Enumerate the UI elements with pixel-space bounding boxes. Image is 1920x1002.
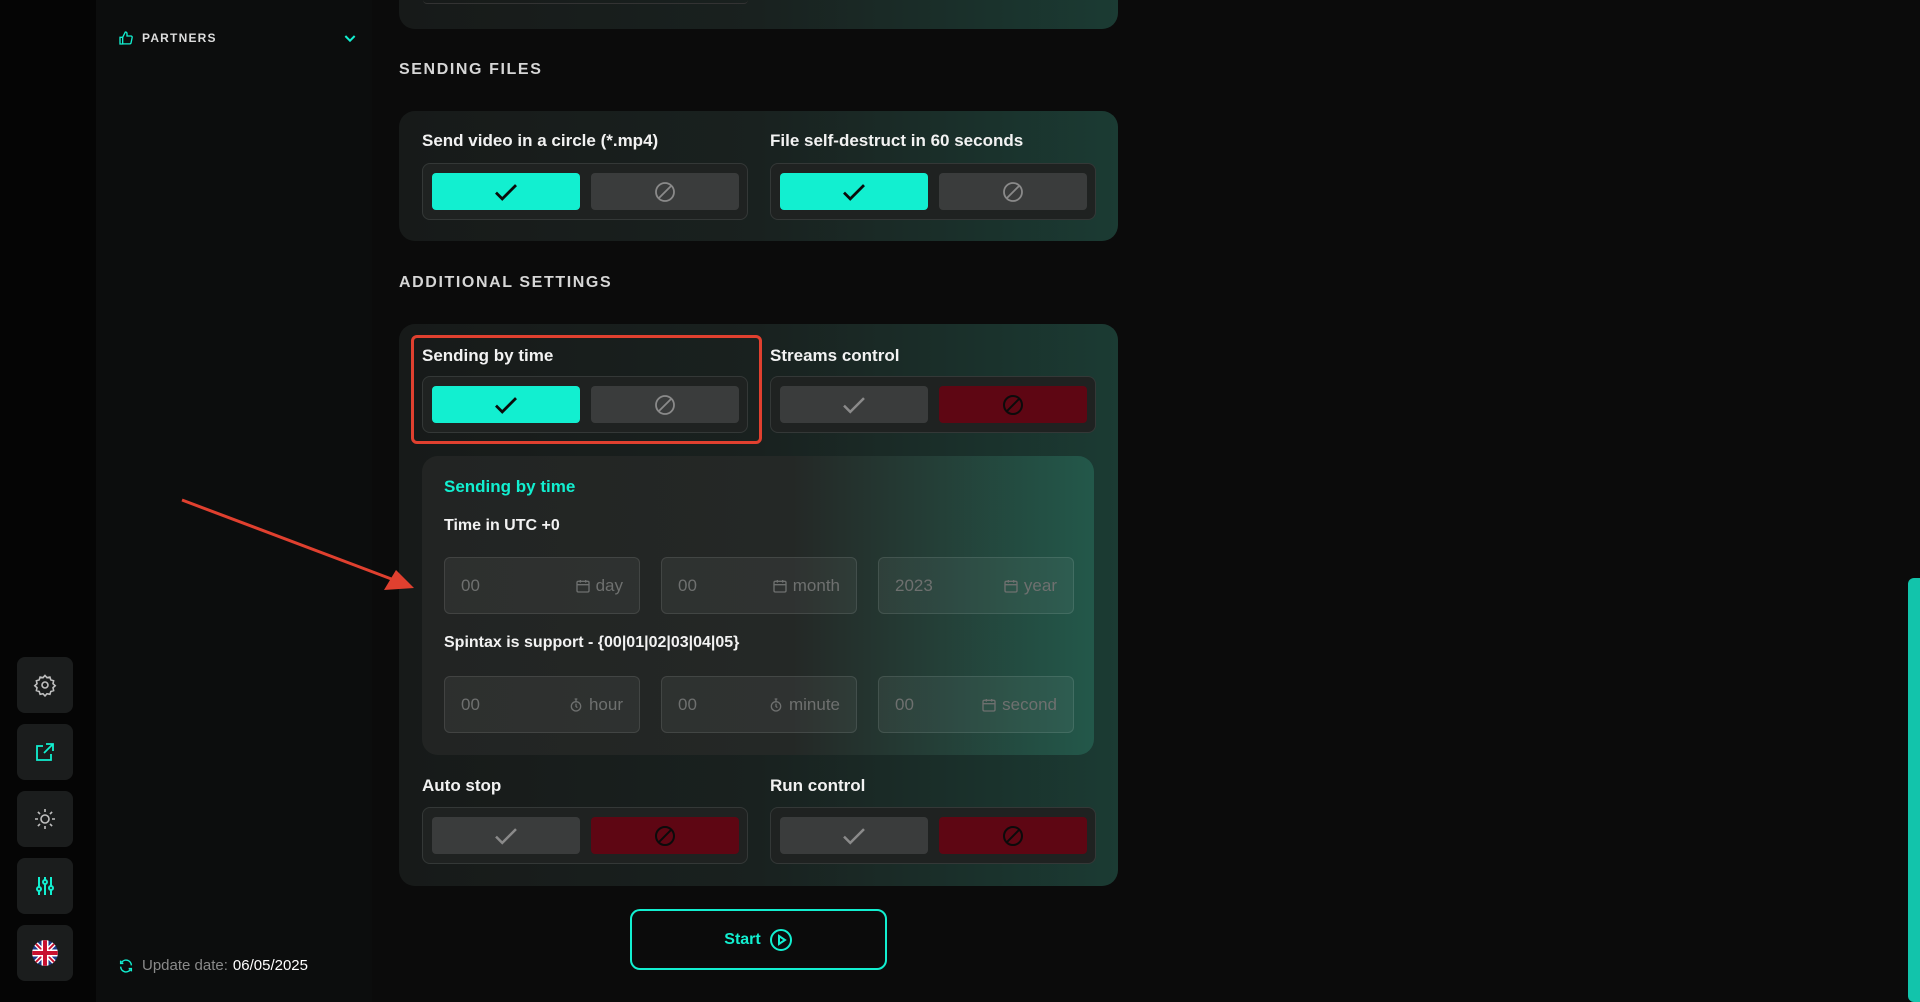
month-input[interactable]: 00 month — [661, 557, 857, 614]
spintax-label: Spintax is support - {00|01|02|03|04|05} — [444, 634, 740, 651]
stopwatch-icon — [770, 697, 782, 712]
sidebar-item-label: PARTNERS — [142, 31, 217, 45]
auto-stop-disable-button[interactable] — [591, 817, 739, 854]
gear-icon — [33, 674, 57, 697]
ban-icon — [1003, 394, 1023, 415]
check-icon — [843, 183, 865, 201]
video-circle-toggle — [422, 163, 748, 220]
day-input[interactable]: 00 day — [444, 557, 640, 614]
run-control-disable-button[interactable] — [939, 817, 1087, 854]
self-destruct-disable-button[interactable] — [939, 173, 1087, 210]
annotation-highlight-box — [411, 335, 762, 444]
run-control-label: Run control — [770, 776, 866, 795]
calendar-icon — [1004, 579, 1018, 593]
auto-stop-label: Auto stop — [422, 776, 502, 795]
ban-icon — [1003, 825, 1023, 846]
calendar-icon — [982, 698, 996, 712]
video-circle-disable-button[interactable] — [591, 173, 739, 210]
minute-unit: minute — [788, 694, 840, 714]
stopwatch-icon — [570, 697, 582, 712]
sending-by-time-panel: Sending by time Time in UTC +0 00 day 00… — [422, 456, 1094, 755]
minute-value: 00 — [678, 694, 697, 714]
start-button-label: Start — [724, 930, 761, 948]
self-destruct-label: File self-destruct in 60 seconds — [770, 131, 1024, 150]
month-unit: month — [792, 575, 840, 595]
annotation-arrow — [181, 498, 414, 590]
year-value: 2023 — [895, 575, 933, 595]
second-input[interactable]: 00 second — [878, 676, 1074, 733]
sending-files-panel: Send video in a circle (*.mp4) File self… — [399, 111, 1118, 241]
sliders-icon — [36, 877, 54, 895]
streams-control-toggle — [770, 376, 1096, 433]
check-icon — [843, 396, 865, 414]
run-control-toggle — [770, 807, 1096, 864]
uk-flag-icon — [32, 940, 58, 966]
theme-button[interactable] — [17, 791, 73, 847]
second-value: 00 — [895, 694, 914, 714]
play-circle-icon — [769, 928, 792, 951]
run-control-enable-button[interactable] — [780, 817, 928, 854]
previous-settings-panel — [399, 0, 1118, 29]
external-link-icon — [36, 743, 54, 761]
language-button[interactable] — [17, 925, 73, 981]
second-unit: second — [1002, 694, 1057, 714]
filters-button[interactable] — [17, 858, 73, 914]
update-date: Update date: 06/05/2025 — [118, 957, 308, 974]
year-unit: year — [1023, 575, 1057, 595]
start-button[interactable]: Start — [630, 909, 887, 970]
streams-control-disable-button[interactable] — [939, 386, 1087, 423]
check-icon — [843, 827, 865, 845]
section-title-additional-settings: ADDITIONAL SETTINGS — [399, 274, 613, 291]
month-value: 00 — [678, 575, 697, 595]
check-icon — [495, 827, 517, 845]
ban-icon — [655, 181, 675, 202]
day-value: 00 — [461, 575, 480, 595]
settings-button[interactable] — [17, 657, 73, 713]
refresh-icon — [119, 958, 133, 973]
icon-rail — [0, 0, 96, 1002]
previous-field-edge — [423, 0, 748, 4]
streams-control-label: Streams control — [770, 346, 900, 365]
self-destruct-toggle — [770, 163, 1096, 220]
day-unit: day — [595, 575, 623, 595]
ban-icon — [655, 825, 675, 846]
ban-icon — [1003, 181, 1023, 202]
calendar-icon — [773, 579, 787, 593]
auto-stop-enable-button[interactable] — [432, 817, 580, 854]
self-destruct-enable-button[interactable] — [780, 173, 928, 210]
auto-stop-toggle — [422, 807, 748, 864]
sidebar-item-partners[interactable]: PARTNERS — [118, 28, 358, 48]
thumbs-up-icon — [119, 31, 133, 45]
video-circle-enable-button[interactable] — [432, 173, 580, 210]
update-date-value: 06/05/2025 — [232, 957, 308, 974]
minute-input[interactable]: 00 minute — [661, 676, 857, 733]
scrollbar-thumb[interactable] — [1908, 578, 1920, 1002]
section-title-sending-files: SENDING FILES — [399, 61, 543, 78]
calendar-icon — [575, 579, 590, 593]
check-icon — [495, 183, 517, 201]
year-input[interactable]: 2023 year — [878, 557, 1074, 614]
sending-by-time-title: Sending by time — [444, 477, 576, 496]
external-link-button[interactable] — [17, 724, 73, 780]
update-date-label: Update date: — [142, 957, 228, 974]
hour-input[interactable]: 00 hour — [444, 676, 640, 733]
chevron-down-icon[interactable] — [342, 30, 358, 46]
sun-icon — [35, 809, 55, 829]
video-circle-label: Send video in a circle (*.mp4) — [422, 131, 659, 150]
streams-control-enable-button[interactable] — [780, 386, 928, 423]
hour-value: 00 — [461, 694, 480, 714]
time-utc-label: Time in UTC +0 — [444, 517, 560, 534]
hour-unit: hour — [588, 694, 623, 714]
